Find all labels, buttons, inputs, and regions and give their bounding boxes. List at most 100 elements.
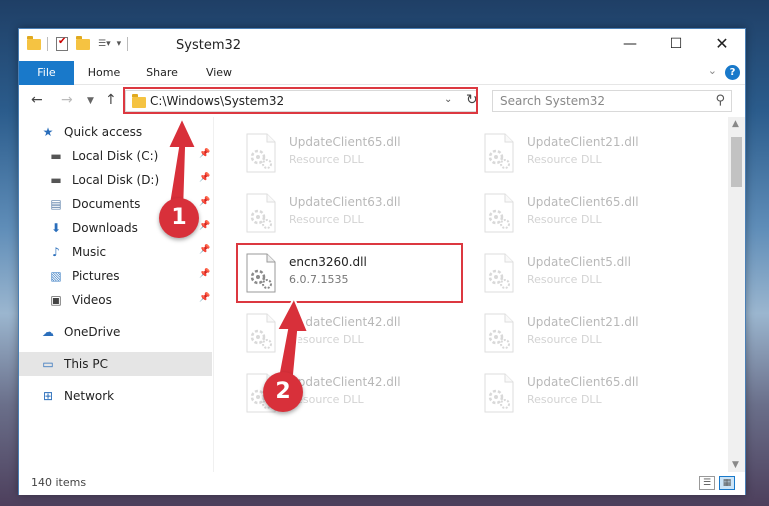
sidebar-item-label: Network (64, 389, 115, 403)
search-placeholder[interactable]: Search System32 (500, 94, 605, 108)
drive-icon: ▬ (50, 173, 62, 187)
file-item[interactable]: UpdateClient21.dll Resource DLL (475, 307, 701, 363)
close-button[interactable]: ✕ (699, 29, 745, 61)
pin-icon[interactable]: 📌 (199, 245, 210, 255)
step-1-callout: 1 (159, 198, 199, 238)
sidebar-item-label: Local Disk (C:) (72, 149, 159, 163)
tab-home[interactable]: Home (79, 61, 129, 85)
file-name: UpdateClient21.dll (527, 315, 639, 329)
file-name: UpdateClient63.dll (289, 195, 401, 209)
vertical-scrollbar[interactable]: ▲ ▼ (728, 117, 745, 472)
sidebar-item-quick-access[interactable]: ★ Quick access (19, 120, 212, 144)
file-item[interactable]: UpdateClient5.dll Resource DLL (475, 247, 701, 303)
file-name: encn3260.dll (289, 255, 367, 269)
undo-menu-icon[interactable]: ☰▾ (98, 39, 111, 49)
maximize-button[interactable]: ☐ (653, 29, 699, 61)
new-folder-icon[interactable] (76, 35, 90, 50)
back-icon[interactable]: ← (31, 92, 43, 108)
chevron-down-icon[interactable]: ⌄ (444, 94, 452, 105)
scroll-up-icon[interactable]: ▲ (732, 119, 739, 129)
sidebar-item-music[interactable]: ♪ Music 📌 (19, 240, 212, 264)
sidebar-item-videos[interactable]: ▣ Videos 📌 (19, 288, 212, 312)
videos-icon: ▣ (50, 293, 62, 307)
network-icon: ⊞ (42, 389, 54, 403)
sidebar-item-label: This PC (64, 357, 108, 371)
file-description: 6.0.7.1535 (289, 273, 349, 286)
sidebar-item-label: OneDrive (64, 325, 121, 339)
sidebar-item-label: Local Disk (D:) (72, 173, 160, 187)
file-name: UpdateClient5.dll (527, 255, 631, 269)
file-item[interactable]: UpdateClient65.dll Resource DLL (475, 367, 701, 423)
tab-view[interactable]: View (195, 61, 243, 85)
folder-icon (27, 35, 41, 50)
file-description: Resource DLL (527, 153, 602, 166)
documents-icon: ▤ (50, 197, 62, 211)
sidebar-item-label: Documents (72, 197, 141, 211)
file-item[interactable]: UpdateClient65.dll Resource DLL (475, 187, 701, 243)
search-input[interactable]: Search System32 ⚲ (492, 90, 732, 112)
file-description: Resource DLL (527, 213, 602, 226)
pin-icon[interactable]: 📌 (199, 269, 210, 279)
folder-icon (132, 94, 146, 108)
ribbon-tabs: File Home Share View ⌄ ? (19, 61, 745, 85)
dll-file-icon (484, 313, 514, 353)
expand-ribbon-icon[interactable]: ⌄ (708, 64, 717, 77)
dll-file-icon (484, 133, 514, 173)
pin-icon[interactable]: 📌 (199, 173, 210, 183)
pin-icon[interactable]: 📌 (199, 221, 210, 231)
file-name: UpdateClient65.dll (527, 195, 639, 209)
up-icon[interactable]: ↑ (105, 92, 117, 108)
title-bar: ☰▾ ▾ System32 — ☐ ✕ (19, 29, 745, 61)
sidebar-item-this-pc[interactable]: ▭ This PC (19, 352, 212, 376)
file-item[interactable]: UpdateClient63.dll Resource DLL (237, 187, 463, 243)
search-icon[interactable]: ⚲ (715, 93, 725, 108)
file-description: Resource DLL (289, 333, 364, 346)
music-icon: ♪ (52, 245, 60, 259)
properties-icon[interactable] (56, 36, 68, 51)
address-bar[interactable]: C:\Windows\System32 ⌄ ↻ (125, 90, 478, 112)
sidebar-item-network[interactable]: ⊞ Network (19, 384, 212, 408)
sidebar-item-local-disk-c[interactable]: ▬ Local Disk (C:) 📌 (19, 144, 212, 168)
pin-icon[interactable]: 📌 (199, 149, 210, 159)
status-bar: 140 items ☰ ▦ (19, 472, 745, 495)
navigation-pane: ★ Quick access ▬ Local Disk (C:) 📌 ▬ Local Dis… (19, 117, 212, 472)
file-name: UpdateClient65.dll (527, 375, 639, 389)
file-name: UpdateClient65.dll (289, 135, 401, 149)
file-item[interactable]: encn3260.dll 6.0.7.1535 (237, 247, 463, 303)
file-item[interactable]: UpdateClient65.dll Resource DLL (237, 127, 463, 183)
tab-file[interactable]: File (19, 61, 74, 85)
address-path[interactable]: C:\Windows\System32 (150, 94, 284, 108)
help-icon[interactable]: ? (725, 65, 740, 80)
sidebar-item-pictures[interactable]: ▧ Pictures 📌 (19, 264, 212, 288)
sidebar-item-label: Downloads (72, 221, 138, 235)
minimize-button[interactable]: — (607, 29, 653, 61)
sidebar-item-label: Music (72, 245, 107, 259)
star-icon: ★ (42, 125, 54, 139)
file-name: UpdateClient42.dll (289, 375, 401, 389)
pin-icon[interactable]: 📌 (199, 293, 210, 303)
recent-locations-icon[interactable]: ▼ (87, 96, 94, 106)
pin-icon[interactable]: 📌 (199, 197, 210, 207)
file-item[interactable]: UpdateClient21.dll Resource DLL (475, 127, 701, 183)
quick-access-toolbar: ☰▾ ▾ (27, 35, 134, 51)
sidebar-item-local-disk-d[interactable]: ▬ Local Disk (D:) 📌 (19, 168, 212, 192)
scroll-down-icon[interactable]: ▼ (732, 460, 739, 470)
details-view-icon[interactable]: ☰ (699, 476, 715, 490)
sidebar-item-onedrive[interactable]: ☁ OneDrive (19, 320, 212, 344)
sidebar-item-label: Videos (72, 293, 112, 307)
item-count: 140 items (31, 476, 87, 489)
file-description: Resource DLL (289, 213, 364, 226)
pane-divider[interactable] (213, 117, 214, 472)
dll-file-icon (484, 253, 514, 293)
computer-icon: ▭ (42, 357, 54, 371)
step-2-callout: 2 (263, 372, 303, 412)
refresh-icon[interactable]: ↻ (466, 92, 478, 108)
tiles-view-icon[interactable]: ▦ (719, 476, 735, 490)
file-name: UpdateClient42.dll (289, 315, 401, 329)
file-name: UpdateClient21.dll (527, 135, 639, 149)
file-item[interactable]: UpdateClient42.dll Resource DLL (237, 307, 463, 363)
customize-toolbar-icon[interactable]: ▾ (117, 39, 122, 49)
tab-share[interactable]: Share (137, 61, 187, 85)
scroll-thumb[interactable] (731, 137, 742, 187)
forward-icon[interactable]: → (61, 92, 73, 108)
